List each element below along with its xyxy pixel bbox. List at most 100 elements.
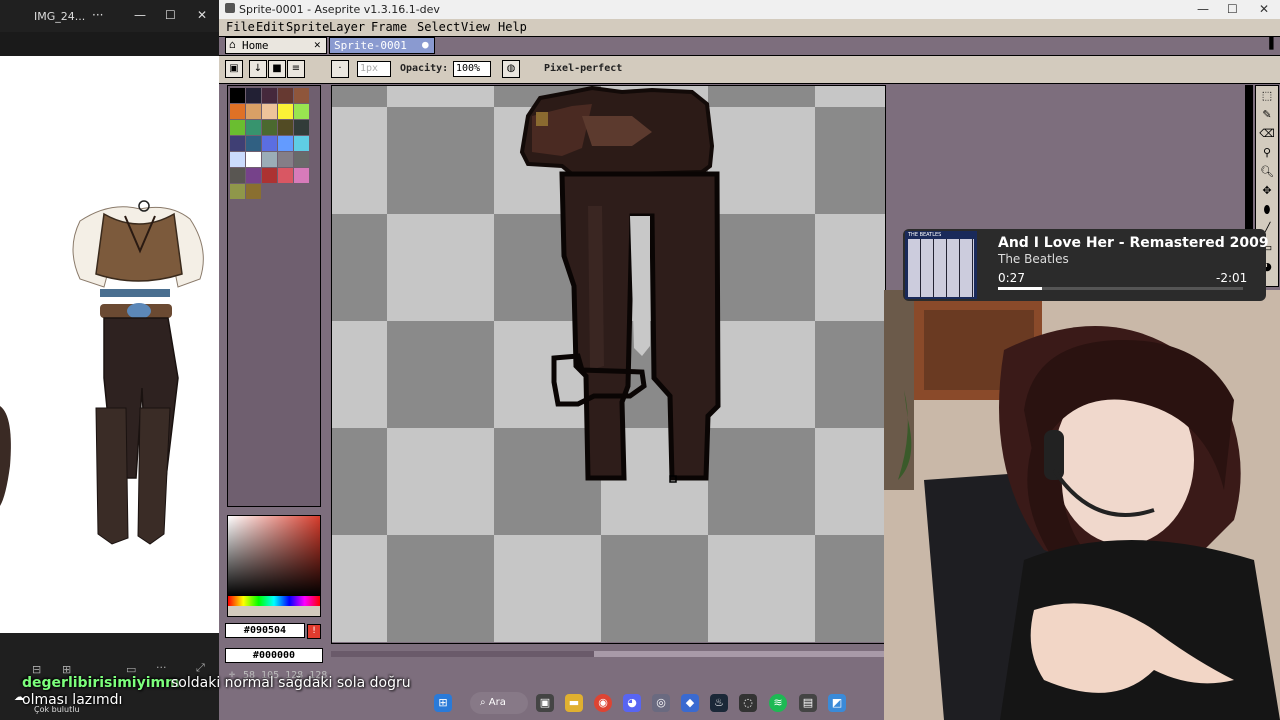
palette-swatch[interactable] — [230, 136, 245, 151]
palette-swatch[interactable] — [262, 152, 277, 167]
palette-swatch[interactable] — [294, 120, 309, 135]
app-icon[interactable]: ▤ — [799, 694, 817, 712]
more-icon[interactable]: ··· — [92, 8, 103, 22]
download-icon[interactable]: ↓ — [249, 60, 267, 78]
discord-icon[interactable]: ◕ — [623, 694, 641, 712]
chrome-icon[interactable]: ◉ — [594, 694, 612, 712]
expand-icon[interactable]: ⤢ — [196, 661, 205, 675]
taskbar-search[interactable]: ⌕ Ara — [470, 692, 528, 714]
palette-swatch[interactable] — [246, 88, 261, 103]
color-picker[interactable] — [227, 515, 321, 617]
palette-swatch[interactable] — [294, 152, 309, 167]
close-tab-icon[interactable]: ✕ — [314, 38, 321, 51]
palette-swatch[interactable] — [246, 152, 261, 167]
progress-track — [998, 287, 1243, 290]
scroll-thumb[interactable] — [594, 651, 884, 657]
square-brush-icon[interactable]: ■ — [268, 60, 286, 78]
palette-swatch[interactable] — [230, 104, 245, 119]
palette-swatch[interactable] — [294, 104, 309, 119]
palette-swatch[interactable] — [294, 88, 309, 103]
color-palette — [227, 85, 321, 507]
brush-menu-icon[interactable]: ≡ — [287, 60, 305, 78]
tab-sprite[interactable]: Sprite-0001 ● — [329, 37, 435, 54]
palette-swatch[interactable] — [278, 120, 293, 135]
ink-icon[interactable]: ◍ — [502, 60, 520, 78]
palette-swatch[interactable] — [278, 168, 293, 183]
menu-frame[interactable]: Frame — [371, 20, 407, 34]
palette-swatch[interactable] — [294, 136, 309, 151]
move-icon[interactable]: ✥ — [1259, 183, 1275, 199]
hue-slider[interactable] — [228, 596, 320, 606]
close-icon[interactable]: ✕ — [1259, 2, 1269, 16]
canvas-drawing[interactable] — [332, 86, 885, 643]
palette-swatch[interactable] — [246, 184, 261, 199]
menu-view[interactable]: View — [461, 20, 490, 34]
palette-swatch[interactable] — [262, 88, 277, 103]
steam-icon[interactable]: ♨ — [710, 694, 728, 712]
zoom-icon[interactable]: 🔍︎ — [1259, 164, 1275, 180]
more-options-icon[interactable]: ··· — [156, 661, 167, 674]
horizontal-scrollbar[interactable] — [331, 645, 884, 663]
obs-icon[interactable]: ◌ — [739, 694, 757, 712]
more-tabs-icon[interactable]: ▐ — [1265, 37, 1273, 50]
palette-swatch[interactable] — [262, 104, 277, 119]
opacity-input[interactable]: 100% — [453, 61, 491, 77]
minimize-icon[interactable]: — — [1197, 2, 1209, 16]
palette-swatch[interactable] — [246, 168, 261, 183]
camera-icon[interactable]: ◎ — [652, 694, 670, 712]
palette-swatch[interactable] — [278, 152, 293, 167]
fill-icon[interactable]: ⬮ — [1259, 202, 1275, 218]
palette-swatch[interactable] — [278, 88, 293, 103]
warning-icon[interactable]: ! — [307, 624, 321, 639]
palette-swatch[interactable] — [230, 152, 245, 167]
menu-edit[interactable]: Edit — [256, 20, 285, 34]
store-icon[interactable]: ◆ — [681, 694, 699, 712]
palette-swatch[interactable] — [278, 104, 293, 119]
home-icon: ⌂ — [229, 38, 236, 51]
sprite-canvas[interactable] — [331, 85, 886, 644]
lock-icon[interactable]: ▣ — [225, 60, 243, 78]
menu-help[interactable]: Help — [498, 20, 527, 34]
start-icon[interactable]: ⊞ — [434, 694, 452, 712]
file-explorer-icon[interactable]: ▬ — [565, 694, 583, 712]
palette-swatch[interactable] — [230, 88, 245, 103]
palette-swatch[interactable] — [262, 168, 277, 183]
minimize-icon[interactable]: — — [134, 8, 146, 22]
pencil-icon[interactable]: ✎ — [1259, 107, 1275, 123]
pixel-perfect-toggle[interactable]: Pixel-perfect — [544, 63, 622, 74]
menu-layer[interactable]: Layer — [329, 20, 365, 34]
tab-home[interactable]: ⌂ Home ✕ — [225, 37, 327, 54]
maximize-icon[interactable]: ☐ — [1227, 2, 1238, 16]
menu-select[interactable]: Select — [417, 20, 460, 34]
unsaved-dot-icon: ● — [422, 38, 429, 51]
photo-viewer-window: IMG_24... ··· — ☐ ✕ ⊟ ⊞ ▭ ··· ⤢ — [0, 0, 219, 720]
palette-swatch[interactable] — [262, 136, 277, 151]
alpha-slider[interactable] — [228, 606, 320, 616]
palette-swatch[interactable] — [294, 168, 309, 183]
maximize-icon[interactable]: ☐ — [165, 8, 176, 22]
palette-swatch[interactable] — [246, 120, 261, 135]
task-view-icon[interactable]: ▣ — [536, 694, 554, 712]
palette-swatch[interactable] — [230, 184, 245, 199]
close-icon[interactable]: ✕ — [197, 8, 207, 22]
palette-swatch[interactable] — [246, 136, 261, 151]
brush-preview-icon[interactable]: · — [331, 60, 349, 78]
palette-swatch[interactable] — [262, 120, 277, 135]
progress-fill — [998, 287, 1043, 290]
menu-sprite[interactable]: Sprite — [286, 20, 329, 34]
palette-swatch[interactable] — [278, 136, 293, 151]
viewer-title: IMG_24... — [34, 10, 86, 23]
marquee-icon[interactable]: ⬚ — [1259, 88, 1275, 104]
eyedropper-icon[interactable]: ⚲ — [1259, 145, 1275, 161]
spotify-icon[interactable]: ≋ — [769, 694, 787, 712]
background-hex[interactable]: #000000 — [225, 648, 323, 663]
brush-size-input[interactable]: 1px — [357, 61, 391, 77]
palette-swatch[interactable] — [230, 120, 245, 135]
menu-file[interactable]: File — [226, 20, 255, 34]
foreground-hex[interactable]: #090504 — [225, 623, 305, 638]
palette-swatch[interactable] — [246, 104, 261, 119]
eraser-icon[interactable]: ⌫ — [1259, 126, 1275, 142]
palette-swatch[interactable] — [230, 168, 245, 183]
tab-sprite-label: Sprite-0001 — [334, 39, 407, 52]
aseprite-taskbar-icon[interactable]: ◩ — [828, 694, 846, 712]
